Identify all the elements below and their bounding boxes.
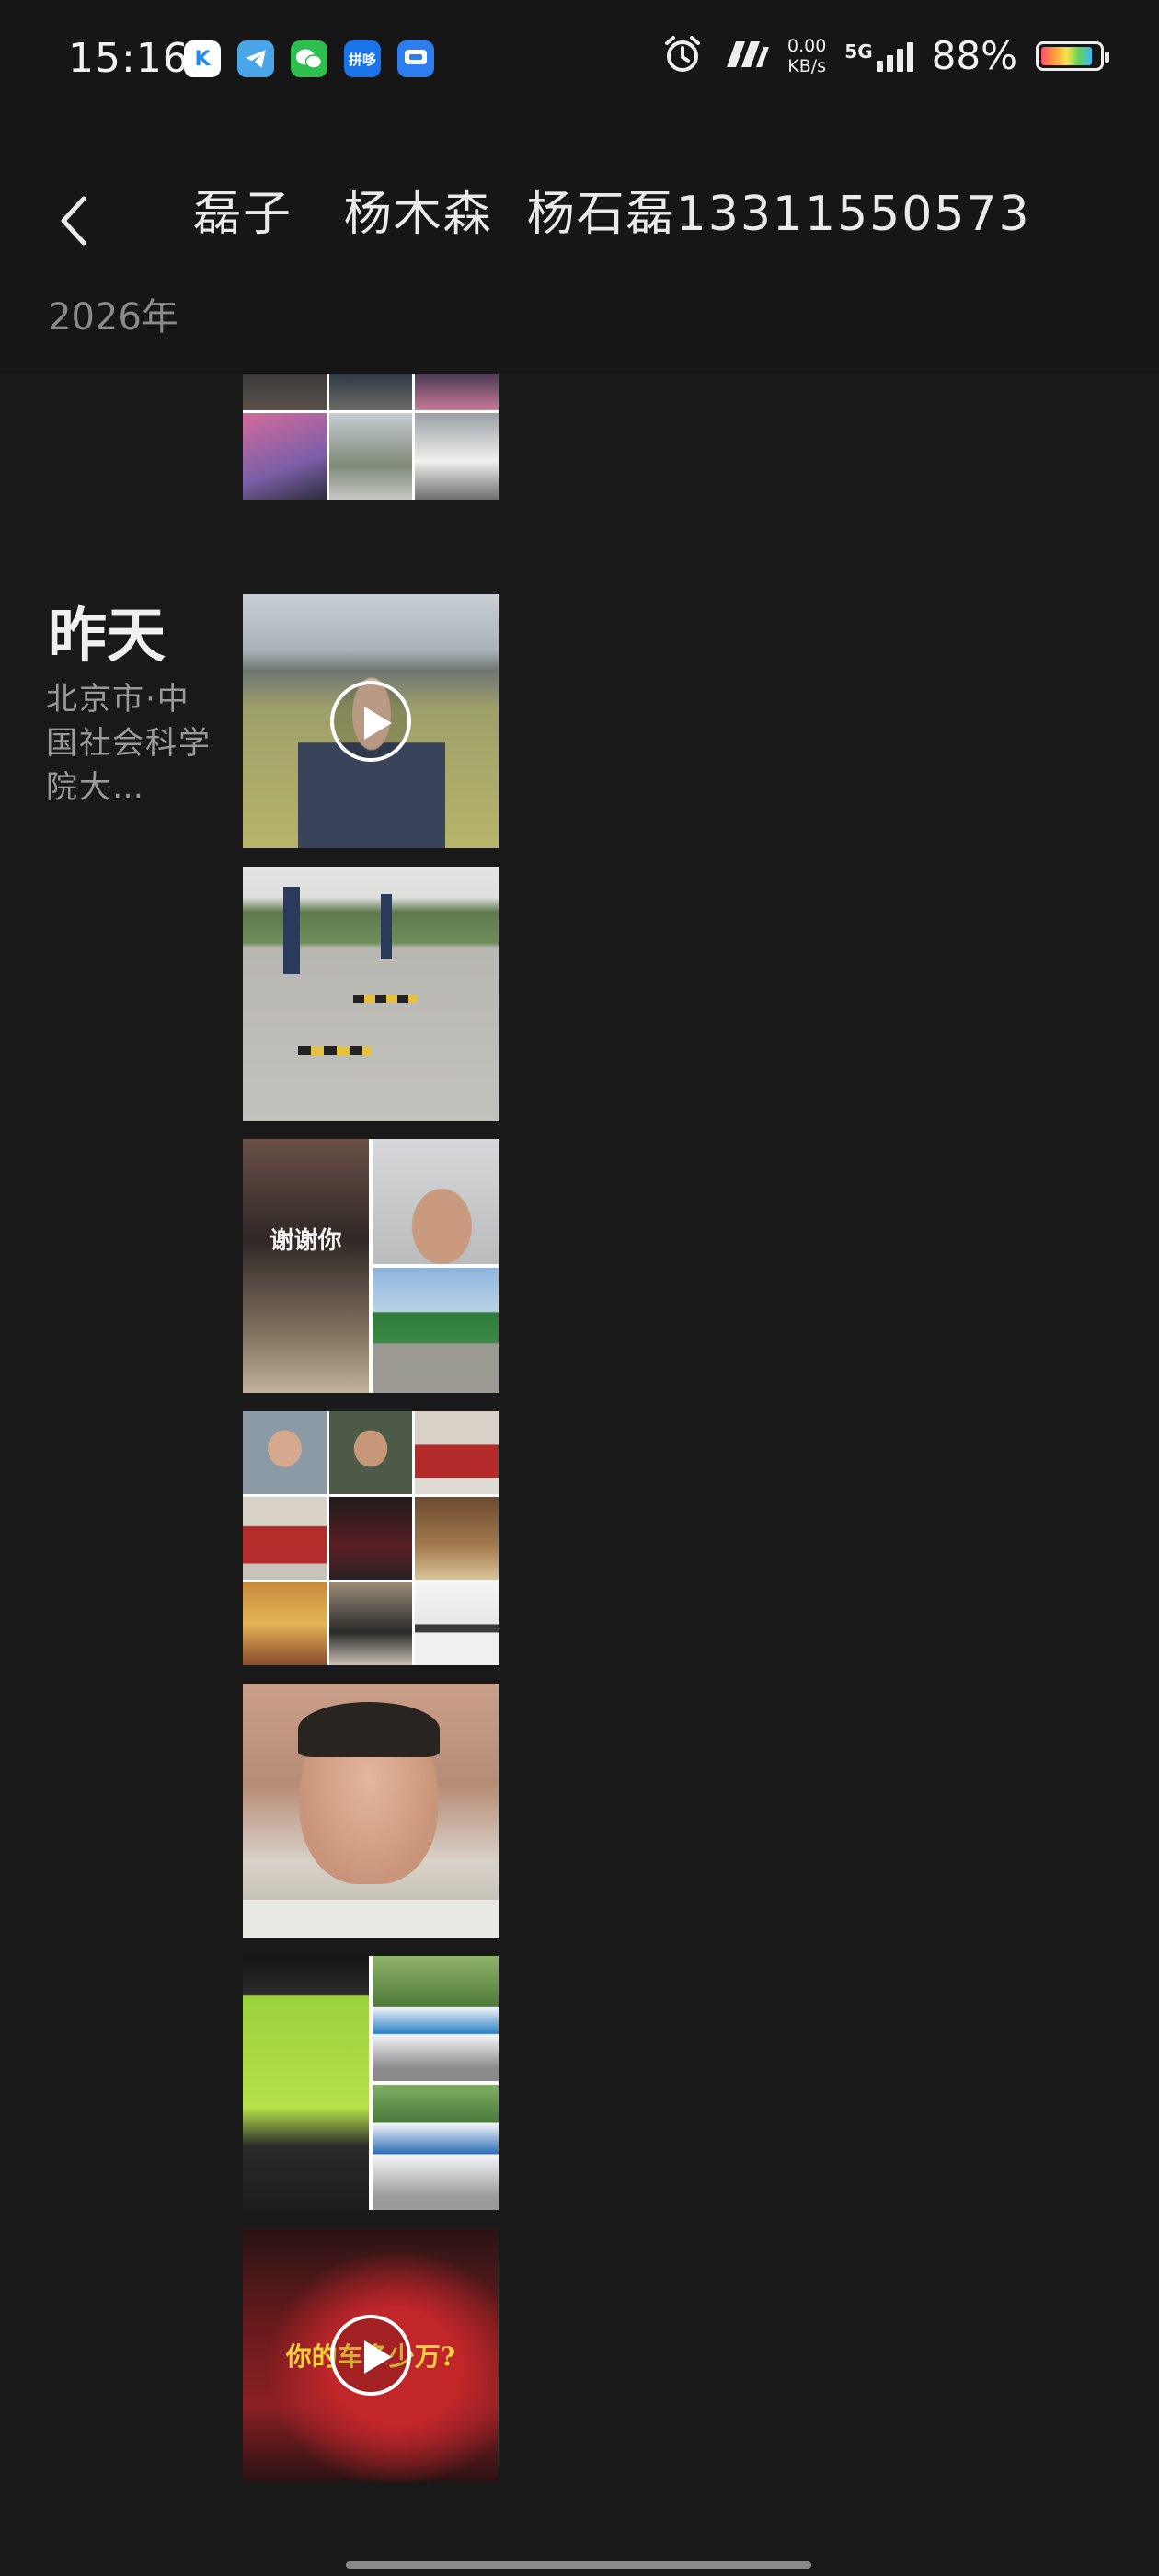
network-speed-value: 0.00 [786,35,827,56]
thumb-car-4 [243,413,327,500]
battery-icon [1036,40,1109,71]
thumb-people-1 [243,1411,327,1494]
chevron-left-icon [61,196,86,246]
thumb-car-6 [415,413,499,500]
thanks-text: 谢谢你 [270,1227,342,1255]
video-thumbnail-2[interactable]: 你的车多少万? [243,2228,499,2482]
video-thumbnail-1[interactable] [243,594,499,848]
battery-fill [1041,46,1092,65]
wechat-icon [291,40,327,77]
pinduoduo-icon: 拼哆 [344,40,381,77]
green-bus-photo [243,1956,369,2210]
network-speed: 0.00 KB/s [787,36,826,76]
photo-thumbnail-road[interactable] [243,867,499,1121]
thumb-people-8 [328,1582,413,1665]
speed-bump [353,995,418,1003]
road-scene [243,867,499,1121]
thanks-photo: 谢谢你 [243,1139,369,1393]
play-icon[interactable] [330,2315,411,2396]
telegram-icon [237,40,274,77]
alarm-icon [662,34,703,78]
message-icon [397,40,434,77]
thumb-people-7 [243,1582,327,1665]
thumb-people-9 [415,1582,499,1665]
thumb-car-1 [243,374,327,410]
photo-grid-people[interactable] [243,1411,499,1665]
thumb-car-2 [328,374,413,410]
photo-grid-cars[interactable] [243,374,499,500]
thumb-car-3 [415,374,499,410]
photo-collage-buses[interactable] [243,1956,499,2210]
thumb-people-2 [328,1411,413,1494]
day-group-location[interactable]: 北京市·中国社会科学院大… [46,677,221,810]
thumb-people-3 [415,1411,499,1494]
thumb-people-5 [328,1497,413,1580]
home-indicator[interactable] [346,2561,811,2569]
network-speed-unit: KB/s [787,55,827,76]
notification-app-icons: K 拼哆 [184,40,434,77]
status-right: 0.00 KB/s 5G 88% [662,33,1109,78]
status-bar: 15:16 K 拼哆 0.00 KB/s 5G 88% [0,0,1159,129]
bus-photo [373,1268,499,1393]
day-group-title: 昨天 [48,602,166,671]
page-header: 磊子 杨木森 杨石磊13311550573 2026年 [0,129,1159,374]
battery-percent: 88% [931,33,1017,78]
banner-stand [283,887,300,974]
back-button[interactable] [33,156,116,285]
signal-bars-icon [876,40,913,72]
thumb-people-4 [243,1497,327,1580]
k-app-icon: K [184,40,221,77]
shirt [243,1900,499,1938]
photo-thumbnail-selfie[interactable] [243,1684,499,1938]
white-bus-photo-2 [373,2085,499,2210]
nfc-icon [721,38,769,75]
hair [298,1702,440,1757]
play-icon[interactable] [330,681,411,762]
white-bus-photo-1 [373,1956,499,2081]
photo-collage-thanks[interactable]: 谢谢你 [243,1139,499,1393]
speed-bump [298,1046,372,1055]
banner-stand [381,894,392,959]
status-time: 15:16 [68,35,189,82]
thumb-people-6 [415,1497,499,1580]
year-label: 2026年 [48,296,178,339]
signal-type: 5G [844,40,873,63]
selfie-photo [373,1139,499,1264]
thumb-car-5 [328,413,413,500]
signal-group: 5G [844,40,913,72]
page-title: 磊子 杨木森 杨石磊13311550573 [193,187,1031,242]
